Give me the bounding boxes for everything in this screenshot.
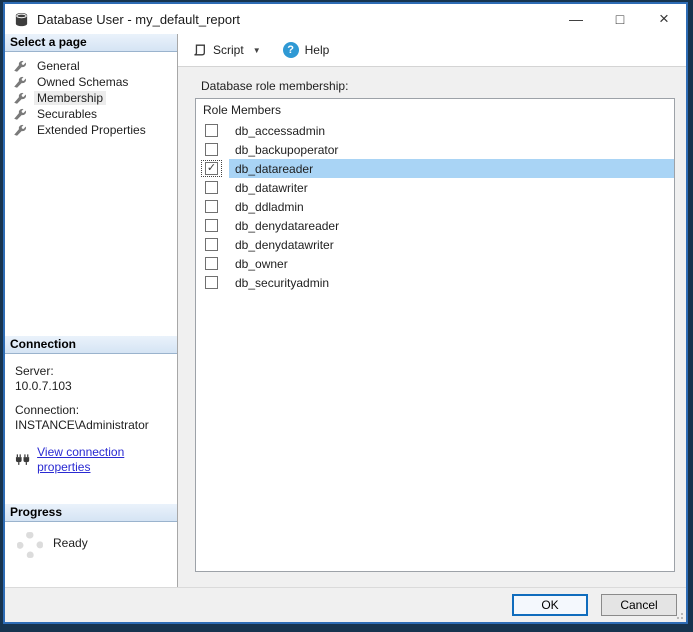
checkbox-cell: ✓ — [201, 160, 222, 177]
connection-value: INSTANCE\Administrator — [15, 418, 173, 433]
sidebar-item-label: Extended Properties — [34, 123, 149, 137]
checkbox-cell — [201, 198, 222, 215]
wrench-icon — [13, 107, 27, 121]
connection-header: Connection — [5, 336, 177, 354]
checkbox-cell — [201, 122, 222, 139]
checkbox-unchecked[interactable] — [205, 143, 218, 156]
checkbox-cell — [201, 217, 222, 234]
role-name: db_datareader — [229, 159, 674, 178]
checkbox-checked[interactable]: ✓ — [205, 162, 218, 175]
sidebar-item-label: Membership — [34, 91, 106, 105]
role-members-list: Role Members db_accessadmin db_backupope… — [195, 98, 675, 572]
sidebar-item-label: Securables — [34, 107, 100, 121]
wrench-icon — [13, 91, 27, 105]
wrench-icon — [13, 59, 27, 73]
role-row-db-datawriter[interactable]: db_datawriter — [196, 178, 674, 197]
checkbox-unchecked[interactable] — [205, 219, 218, 232]
checkbox-unchecked[interactable] — [205, 257, 218, 270]
list-column-header: Role Members — [196, 99, 674, 121]
role-row-db-denydatawriter[interactable]: db_denydatawriter — [196, 235, 674, 254]
resize-grip[interactable] — [681, 617, 683, 619]
role-name: db_backupoperator — [229, 140, 674, 159]
footer-bar: OK Cancel — [5, 587, 686, 622]
progress-header: Progress — [5, 504, 177, 522]
page-list: General Owned Schemas Membership Securab… — [5, 52, 177, 336]
role-name: db_denydatareader — [229, 216, 674, 235]
title-bar[interactable]: Database User - my_default_report — □ × — [5, 4, 686, 34]
cancel-button[interactable]: Cancel — [601, 594, 677, 616]
wrench-icon — [13, 75, 27, 89]
sidebar-item-owned-schemas[interactable]: Owned Schemas — [5, 74, 177, 90]
help-label: Help — [305, 43, 330, 57]
maximize-button[interactable]: □ — [598, 4, 642, 34]
role-membership-label: Database role membership: — [201, 79, 675, 93]
role-row-db-backupoperator[interactable]: db_backupoperator — [196, 140, 674, 159]
script-dropdown-icon[interactable]: ▼ — [253, 46, 261, 55]
role-row-db-accessadmin[interactable]: db_accessadmin — [196, 121, 674, 140]
server-label: Server: — [15, 364, 173, 379]
connection-properties-icon — [15, 453, 30, 467]
role-row-db-ddladmin[interactable]: db_ddladmin — [196, 197, 674, 216]
wrench-icon — [13, 123, 27, 137]
checkbox-cell — [201, 255, 222, 272]
checkbox-cell — [201, 236, 222, 253]
membership-content: Database role membership: Role Members d… — [178, 67, 686, 587]
checkbox-unchecked[interactable] — [205, 124, 218, 137]
checkbox-cell — [201, 141, 222, 158]
role-name: db_securityadmin — [229, 273, 674, 292]
help-icon: ? — [283, 42, 299, 58]
script-button[interactable]: Script ▼ — [188, 40, 265, 60]
view-connection-properties-link[interactable]: View connection properties — [37, 445, 173, 475]
checkbox-unchecked[interactable] — [205, 276, 218, 289]
checkbox-unchecked[interactable] — [205, 181, 218, 194]
checkbox-cell — [201, 274, 222, 291]
role-row-db-denydatareader[interactable]: db_denydatareader — [196, 216, 674, 235]
role-row-db-datareader[interactable]: ✓ db_datareader — [196, 159, 674, 178]
role-name: db_datawriter — [229, 178, 674, 197]
progress-status: Ready — [53, 536, 88, 550]
connection-panel: Server: 10.0.7.103 Connection: INSTANCE\… — [5, 354, 177, 504]
window-title: Database User - my_default_report — [37, 12, 240, 27]
server-value: 10.0.7.103 — [15, 379, 173, 394]
role-name: db_owner — [229, 254, 674, 273]
minimize-button[interactable]: — — [554, 4, 598, 34]
select-a-page-header: Select a page — [5, 34, 177, 52]
close-button[interactable]: × — [642, 4, 686, 34]
sidebar-item-label: Owned Schemas — [34, 75, 131, 89]
sidebar-item-membership[interactable]: Membership — [5, 90, 177, 106]
progress-panel: Ready — [5, 522, 177, 587]
progress-spinner-icon — [17, 532, 43, 558]
role-name: db_denydatawriter — [229, 235, 674, 254]
dialog-window: Database User - my_default_report — □ × … — [0, 0, 693, 632]
sidebar: Select a page General Owned Schemas Memb… — [5, 34, 178, 587]
database-icon — [14, 12, 29, 27]
checkbox-unchecked[interactable] — [205, 200, 218, 213]
sidebar-item-extended-properties[interactable]: Extended Properties — [5, 122, 177, 138]
checkbox-cell — [201, 179, 222, 196]
role-row-db-securityadmin[interactable]: db_securityadmin — [196, 273, 674, 292]
sidebar-item-label: General — [34, 59, 83, 73]
role-name: db_accessadmin — [229, 121, 674, 140]
sidebar-item-securables[interactable]: Securables — [5, 106, 177, 122]
help-button[interactable]: ? Help — [279, 39, 334, 61]
connection-label: Connection: — [15, 403, 173, 418]
sidebar-item-general[interactable]: General — [5, 58, 177, 74]
toolbar: Script ▼ ? Help — [178, 34, 686, 67]
script-icon — [192, 43, 207, 57]
ok-button[interactable]: OK — [512, 594, 588, 616]
role-name: db_ddladmin — [229, 197, 674, 216]
script-label: Script — [213, 43, 244, 57]
main-panel: Script ▼ ? Help Database role membership… — [178, 34, 686, 587]
checkbox-unchecked[interactable] — [205, 238, 218, 251]
role-row-db-owner[interactable]: db_owner — [196, 254, 674, 273]
